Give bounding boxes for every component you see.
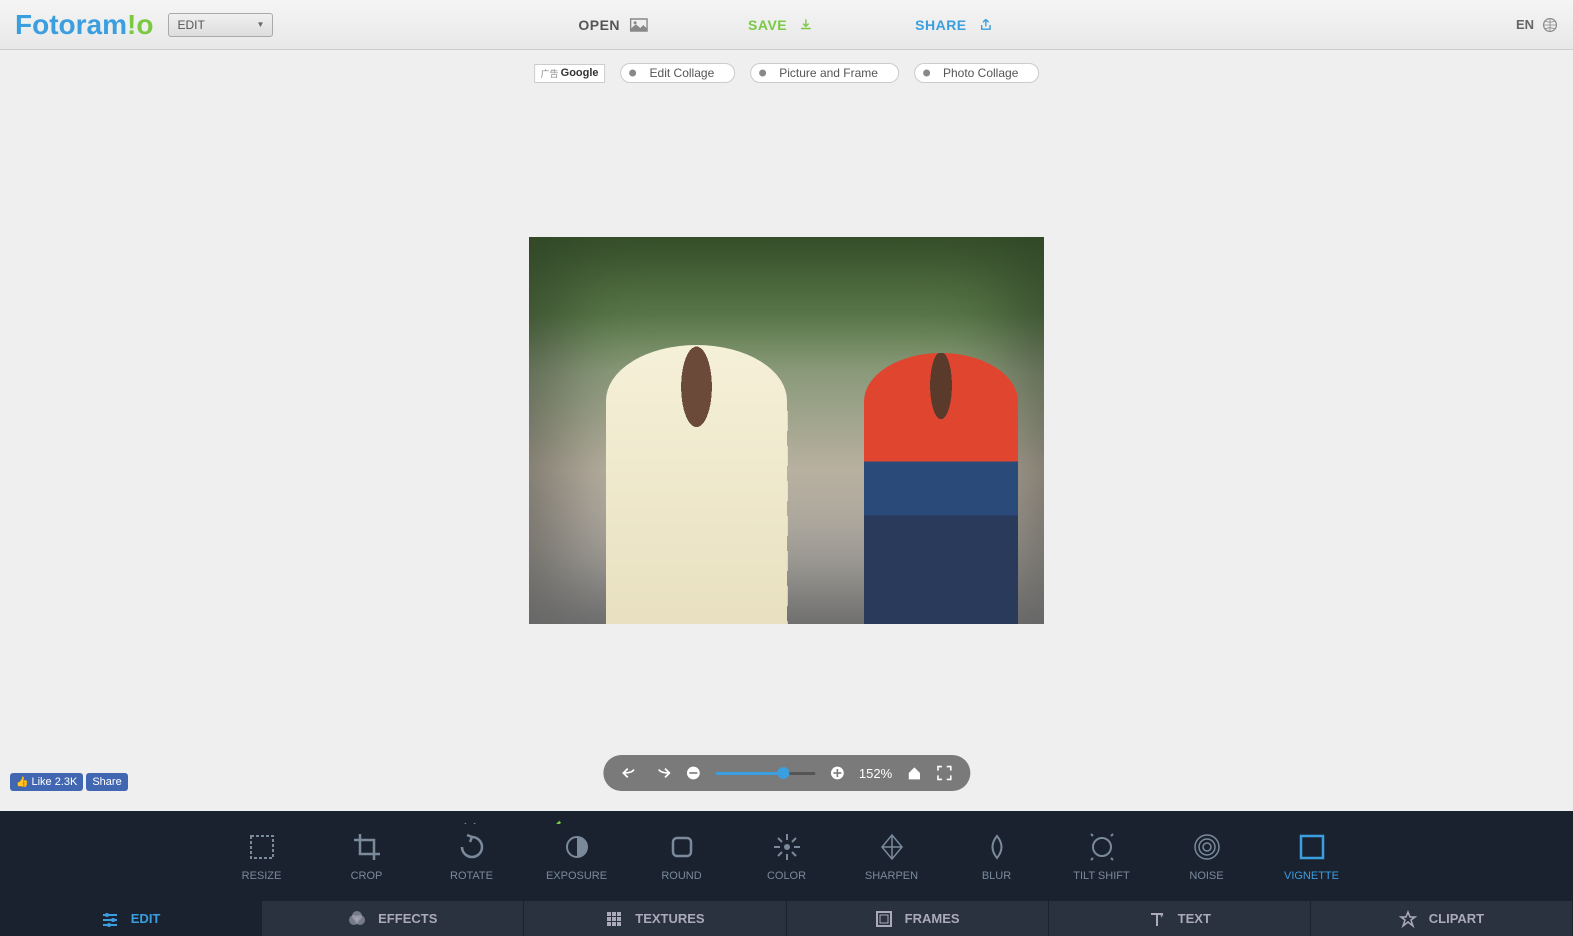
language-selector[interactable]: EN xyxy=(1516,17,1558,33)
edit-icon xyxy=(101,910,119,928)
photo-content xyxy=(864,353,1019,624)
rotate-icon xyxy=(457,832,487,862)
tool-label: COLOR xyxy=(767,870,806,882)
tool-label: SHARPEN xyxy=(865,870,918,882)
tab-label: TEXTURES xyxy=(635,911,704,926)
tool-sharpen[interactable]: SHARPEN xyxy=(862,832,922,904)
download-icon xyxy=(797,18,815,32)
logo[interactable]: Fotoram!o xyxy=(15,9,153,41)
globe-icon xyxy=(1542,17,1558,33)
tab-label: EFFECTS xyxy=(378,911,437,926)
facebook-widget: Like 2.3K Share xyxy=(10,773,128,791)
resize-icon xyxy=(247,832,277,862)
open-button[interactable]: OPEN xyxy=(578,17,648,33)
tool-label: EXPOSURE xyxy=(546,870,607,882)
sharpen-icon xyxy=(877,832,907,862)
edit-tools-row: RESIZE CROP ROTATE EXPOSURE ROUND COLOR SHARPE… xyxy=(0,824,1573,904)
share-label: SHARE xyxy=(915,17,967,33)
zoom-fill xyxy=(715,772,783,775)
redo-icon[interactable] xyxy=(653,766,671,780)
blur-icon xyxy=(982,832,1012,862)
canvas-area xyxy=(0,50,1573,811)
fullscreen-icon[interactable] xyxy=(936,765,952,781)
home-icon[interactable] xyxy=(906,765,922,781)
zoom-slider[interactable] xyxy=(715,772,815,775)
tiltshift-icon xyxy=(1087,832,1117,862)
zoom-in-icon[interactable] xyxy=(829,765,845,781)
photo-content xyxy=(606,345,786,624)
share-button[interactable]: SHARE xyxy=(915,17,995,33)
clipart-icon xyxy=(1399,910,1417,928)
tool-blur[interactable]: BLUR xyxy=(967,832,1027,904)
color-icon xyxy=(772,832,802,862)
open-label: OPEN xyxy=(578,17,620,33)
tab-textures[interactable]: TEXTURES xyxy=(524,901,786,936)
photo-canvas[interactable] xyxy=(529,237,1044,624)
tab-label: TEXT xyxy=(1178,911,1211,926)
exposure-icon xyxy=(562,832,592,862)
noise-icon xyxy=(1192,832,1222,862)
language-label: EN xyxy=(1516,17,1534,32)
zoom-value: 152% xyxy=(859,766,892,781)
undo-icon[interactable] xyxy=(621,766,639,780)
header-actions: OPEN SAVE SHARE xyxy=(578,17,994,33)
tool-vignette[interactable]: VIGNETTE xyxy=(1282,832,1342,904)
tool-label: BLUR xyxy=(982,870,1011,882)
tab-label: CLIPART xyxy=(1429,911,1484,926)
tool-label: RESIZE xyxy=(242,870,282,882)
logo-text: Fotoram xyxy=(15,9,127,41)
tool-round[interactable]: ROUND xyxy=(652,832,712,904)
save-label: SAVE xyxy=(748,17,787,33)
bottom-tabs: EDIT EFFECTS TEXTURES FRAMES + TEXT CLIPART xyxy=(0,901,1573,936)
fb-share-button[interactable]: Share xyxy=(86,773,127,791)
svg-text:+: + xyxy=(1160,914,1164,920)
tool-exposure[interactable]: EXPOSURE xyxy=(547,832,607,904)
image-icon xyxy=(630,18,648,32)
tab-frames[interactable]: FRAMES xyxy=(787,901,1049,936)
tool-label: NOISE xyxy=(1189,870,1223,882)
header: Fotoram!o EDIT OPEN SAVE SHARE EN xyxy=(0,0,1573,50)
tool-label: ROUND xyxy=(661,870,701,882)
share-icon xyxy=(977,18,995,32)
round-icon xyxy=(667,832,697,862)
logo-suffix: !o xyxy=(127,9,153,41)
tool-label: ROTATE xyxy=(450,870,493,882)
tool-tiltshift[interactable]: TILT SHIFT xyxy=(1072,832,1132,904)
crop-icon xyxy=(352,832,382,862)
tool-rotate[interactable]: ROTATE xyxy=(442,832,502,904)
tab-effects[interactable]: EFFECTS xyxy=(262,901,524,936)
tab-label: FRAMES xyxy=(905,911,960,926)
fb-like-button[interactable]: Like 2.3K xyxy=(10,773,83,791)
zoom-toolbar: 152% xyxy=(603,755,970,791)
tool-noise[interactable]: NOISE xyxy=(1177,832,1237,904)
tab-edit[interactable]: EDIT xyxy=(0,901,262,936)
mode-dropdown[interactable]: EDIT xyxy=(168,13,273,37)
vignette-icon xyxy=(1297,832,1327,862)
text-icon: + xyxy=(1148,910,1166,928)
tab-label: EDIT xyxy=(131,911,161,926)
frames-icon xyxy=(875,910,893,928)
tool-color[interactable]: COLOR xyxy=(757,832,817,904)
tool-label: VIGNETTE xyxy=(1284,870,1339,882)
tab-clipart[interactable]: CLIPART xyxy=(1311,901,1573,936)
textures-icon xyxy=(605,910,623,928)
zoom-out-icon[interactable] xyxy=(685,765,701,781)
tool-resize[interactable]: RESIZE xyxy=(232,832,292,904)
tool-label: TILT SHIFT xyxy=(1073,870,1129,882)
zoom-thumb[interactable] xyxy=(777,767,789,779)
tool-crop[interactable]: CROP xyxy=(337,832,397,904)
mode-dropdown-label: EDIT xyxy=(177,18,204,32)
save-button[interactable]: SAVE xyxy=(748,17,815,33)
effects-icon xyxy=(348,910,366,928)
tab-text[interactable]: + TEXT xyxy=(1049,901,1311,936)
tool-label: CROP xyxy=(351,870,383,882)
